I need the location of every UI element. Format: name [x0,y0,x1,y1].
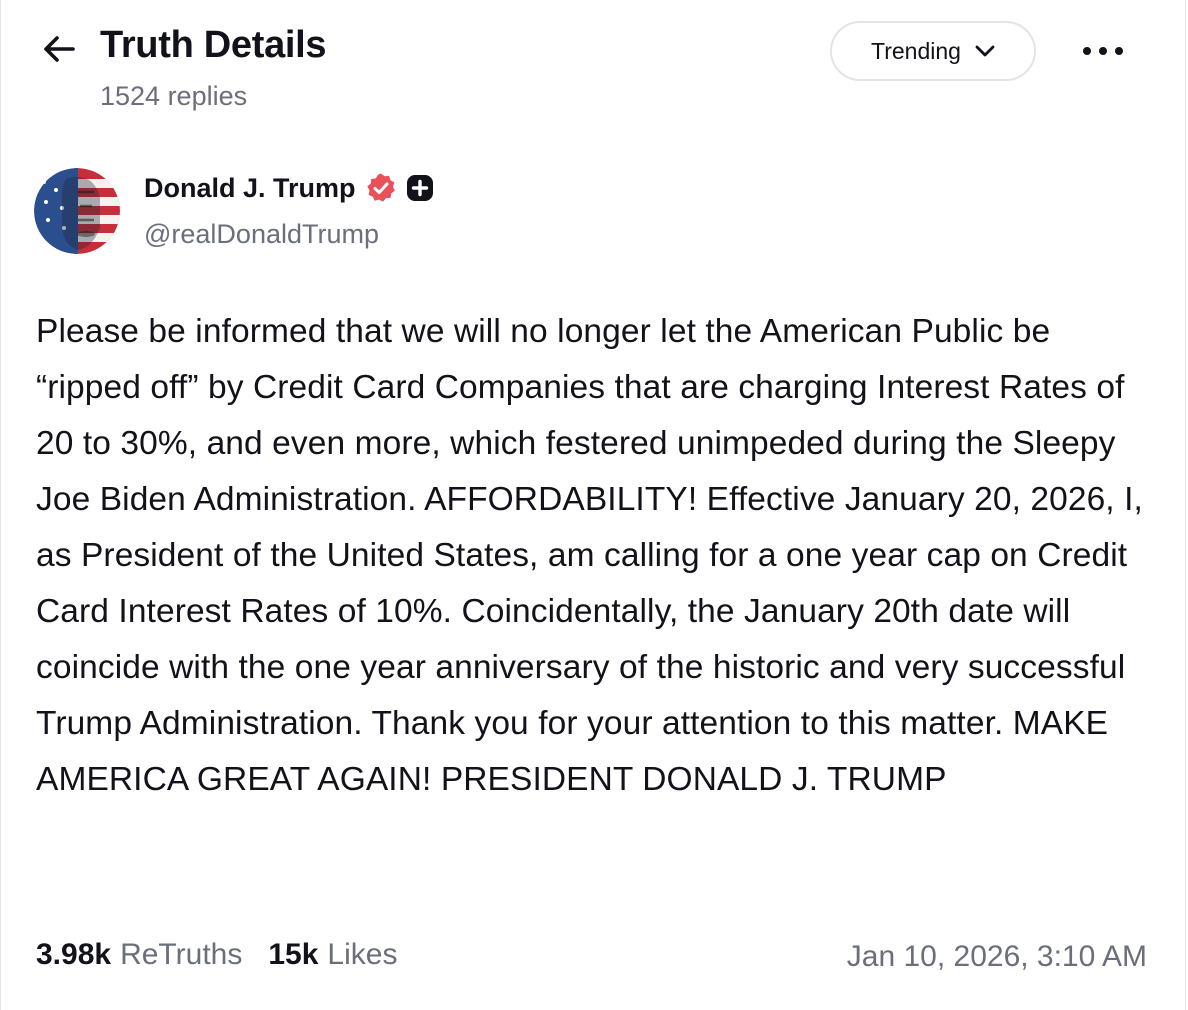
author-name[interactable]: Donald J. Trump [144,173,356,204]
verified-badge-icon [366,173,395,202]
retruths-label: ReTruths [120,938,243,971]
author-handle[interactable]: @realDonaldTrump [144,219,379,250]
sort-dropdown[interactable]: Trending [830,21,1036,81]
post-text: Please be informed that we will no longe… [36,313,1143,798]
post-timestamp: Jan 10, 2026, 3:10 AM [846,940,1147,973]
truth-details-page: Truth Details 1524 replies Trending Dona… [0,0,1186,1010]
more-options-button[interactable] [1077,36,1129,66]
likes-label: Likes [327,938,398,971]
author-name-row: Donald J. Trump [144,172,434,204]
chevron-down-icon [975,45,995,57]
plus-badge-icon [406,175,433,201]
page-title: Truth Details [100,24,327,66]
replies-count: 1524 replies [100,81,248,111]
more-horizontal-icon [1083,47,1123,55]
author-avatar[interactable] [34,168,120,254]
retruths-count: 3.98k [36,938,112,971]
likes-stat[interactable]: 15k Likes [268,938,397,972]
arrow-left-icon [44,36,75,62]
likes-count: 15k [268,938,319,971]
post-stats: 3.98k ReTruths 15k Likes [36,938,423,972]
back-button[interactable] [37,30,81,68]
sort-selected-label: Trending [871,37,961,64]
retruths-stat[interactable]: 3.98k ReTruths [36,938,242,972]
avatar-image [34,168,120,254]
